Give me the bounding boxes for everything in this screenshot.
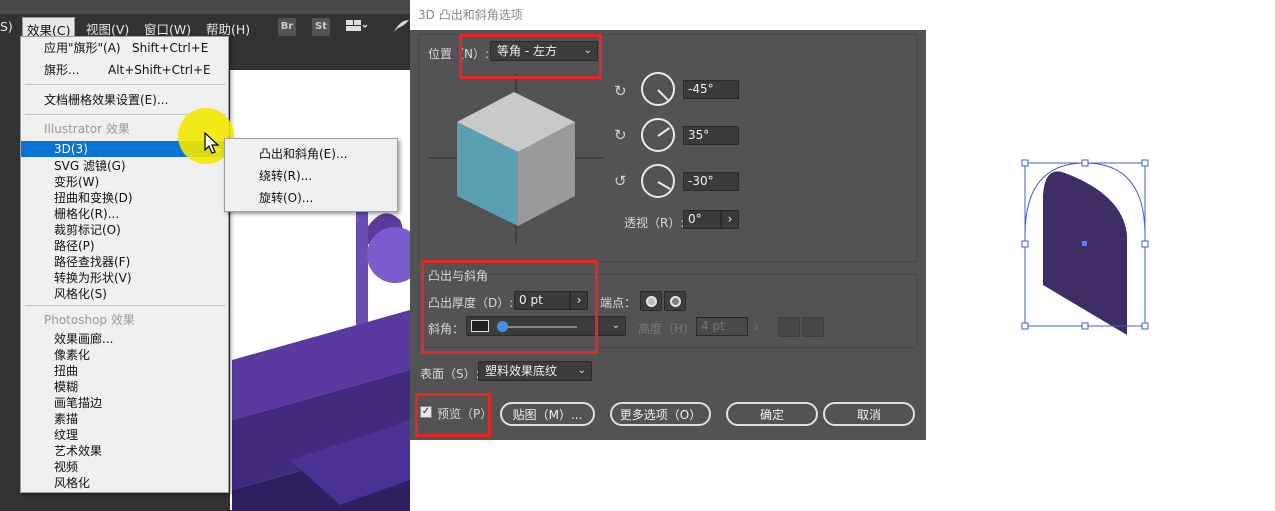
bevel-height-label: 高度（H）:	[638, 322, 700, 336]
menu-separator	[25, 305, 226, 306]
arch-shape-preview	[1021, 159, 1149, 335]
menu-item-sketch[interactable]: 素描	[21, 411, 228, 427]
ok-button[interactable]: 确定	[726, 402, 818, 426]
map-button[interactable]: 贴图（M）...	[500, 402, 595, 426]
annotation-box-position	[459, 34, 602, 79]
bevel-in-button[interactable]	[802, 317, 824, 337]
rotate-z-dial[interactable]	[641, 164, 675, 198]
selection-handle	[1021, 322, 1029, 330]
mouse-cursor-icon	[204, 132, 220, 154]
menu-item-last-effect[interactable]: 旗形... Alt+Shift+Ctrl+E	[21, 62, 228, 78]
rotate-y-dial[interactable]	[641, 118, 675, 152]
menu-item-stylize[interactable]: 风格化(S)	[21, 286, 228, 302]
perspective-label: 透视（R）:	[624, 216, 685, 230]
chevron-down-icon: ⌄	[611, 320, 620, 331]
menu-header-photoshop: Photoshop 效果	[44, 313, 135, 327]
rotate-x-field[interactable]: -45°	[683, 80, 739, 99]
perspective-field[interactable]: 0°	[683, 210, 721, 229]
menu-item-convert-to-shape[interactable]: 转换为形状(V)	[21, 270, 228, 286]
selection-handle	[1021, 159, 1029, 167]
menu-item-pathfinder[interactable]: 路径查找器(F)	[21, 254, 228, 270]
perspective-arrow-button[interactable]: ›	[721, 210, 739, 229]
chevron-right-icon: ›	[727, 212, 733, 226]
rotate-x-dial[interactable]	[641, 72, 675, 106]
submenu-item-extrude-bevel[interactable]: 凸出和斜角(E)...	[259, 145, 347, 162]
menu-item-video[interactable]: 视频	[21, 459, 228, 475]
annotation-box-extrude	[421, 260, 598, 354]
rotate-y-field[interactable]: 35°	[683, 126, 739, 145]
stock-icon[interactable]: St	[312, 18, 330, 36]
menu-item-warp[interactable]: 变形(W)	[21, 174, 228, 190]
menu-item-apply-last[interactable]: 应用"旗形"(A) Shift+Ctrl+E	[21, 40, 228, 56]
menu-item-stylize-ps[interactable]: 风格化	[21, 475, 228, 491]
bevel-out-button[interactable]	[778, 317, 800, 337]
submenu-item-rotate[interactable]: 旋转(O)...	[259, 189, 313, 206]
menu-item-artistic[interactable]: 艺术效果	[21, 443, 228, 459]
cap-on-icon	[646, 296, 657, 307]
rotate-z-icon: ↺	[614, 172, 627, 190]
menu-item-pixelate[interactable]: 像素化	[21, 347, 228, 363]
menu-item-blur[interactable]: 模糊	[21, 379, 228, 395]
arch-shape	[1043, 171, 1127, 335]
illustrator-window: S) 效果(C) 视图(V) 窗口(W) 帮助(H) Br St 应用"旗形"(…	[0, 0, 410, 511]
chevron-down-icon: ⌄	[577, 365, 586, 376]
artwork-stem	[356, 210, 368, 340]
menu-item-brush-strokes[interactable]: 画笔描边	[21, 395, 228, 411]
cap-on-button[interactable]	[640, 291, 662, 311]
menu-item-effect-gallery[interactable]: 效果画廊...	[21, 331, 228, 347]
menu-item-distort[interactable]: 扭曲	[21, 363, 228, 379]
more-options-button[interactable]: 更多选项（O）	[610, 402, 711, 426]
cap-label: 端点：	[600, 296, 637, 310]
cube-preview[interactable]	[428, 74, 603, 244]
dialog-body: 位置（N）: 等角 - 左方 ⌄ ↻ -45° ↻ 35° ↺ -30° 透视（…	[410, 30, 926, 440]
selection-handle	[1141, 322, 1149, 330]
cap-off-button[interactable]	[664, 291, 686, 311]
selection-handle	[1141, 240, 1149, 248]
rotate-x-icon: ↻	[614, 82, 627, 100]
menu-item-distort-transform[interactable]: 扭曲和变换(D)	[21, 190, 228, 206]
annotation-box-preview	[415, 393, 491, 437]
feather-icon[interactable]	[392, 18, 410, 36]
menu-item-crop-marks[interactable]: 裁剪标记(O)	[21, 222, 228, 238]
menu-select[interactable]: S)	[0, 19, 13, 34]
selection-handle	[1141, 159, 1149, 167]
3d-submenu: 凸出和斜角(E)... 绕转(R)... 旋转(O)...	[224, 138, 398, 212]
cancel-button[interactable]: 取消	[823, 402, 915, 426]
rotate-z-field[interactable]: -30°	[683, 172, 739, 191]
surface-select[interactable]: 塑料效果底纹 ⌄	[478, 361, 592, 381]
rotate-y-icon: ↻	[614, 126, 627, 144]
selection-handle	[1021, 240, 1029, 248]
bevel-height-field[interactable]: 4 pt	[696, 317, 748, 336]
extrude-bevel-dialog: 3D 凸出和斜角选项 位置（N）: 等角 - 左方 ⌄ ↻ -45° ↻ 35°…	[410, 0, 926, 440]
chevron-right-icon: ›	[754, 320, 759, 334]
menu-separator	[25, 84, 226, 85]
bridge-icon[interactable]: Br	[278, 18, 296, 36]
menu-item-texture[interactable]: 纹理	[21, 427, 228, 443]
menu-item-rasterize[interactable]: 栅格化(R)...	[21, 206, 228, 222]
menu-item-raster-settings[interactable]: 文档栅格效果设置(E)...	[21, 92, 228, 108]
menu-item-path[interactable]: 路径(P)	[21, 238, 228, 254]
effect-dropdown-menu: 应用"旗形"(A) Shift+Ctrl+E 旗形... Alt+Shift+C…	[20, 36, 229, 493]
dialog-title: 3D 凸出和斜角选项	[410, 0, 926, 30]
workspace-layout-icon[interactable]	[345, 18, 368, 36]
selection-center-point	[1082, 241, 1087, 246]
selection-handle	[1081, 159, 1089, 167]
selection-handle	[1081, 322, 1089, 330]
cap-off-icon	[670, 296, 681, 307]
surface-label: 表面（S）:	[420, 367, 480, 381]
submenu-item-revolve[interactable]: 绕转(R)...	[259, 167, 312, 184]
